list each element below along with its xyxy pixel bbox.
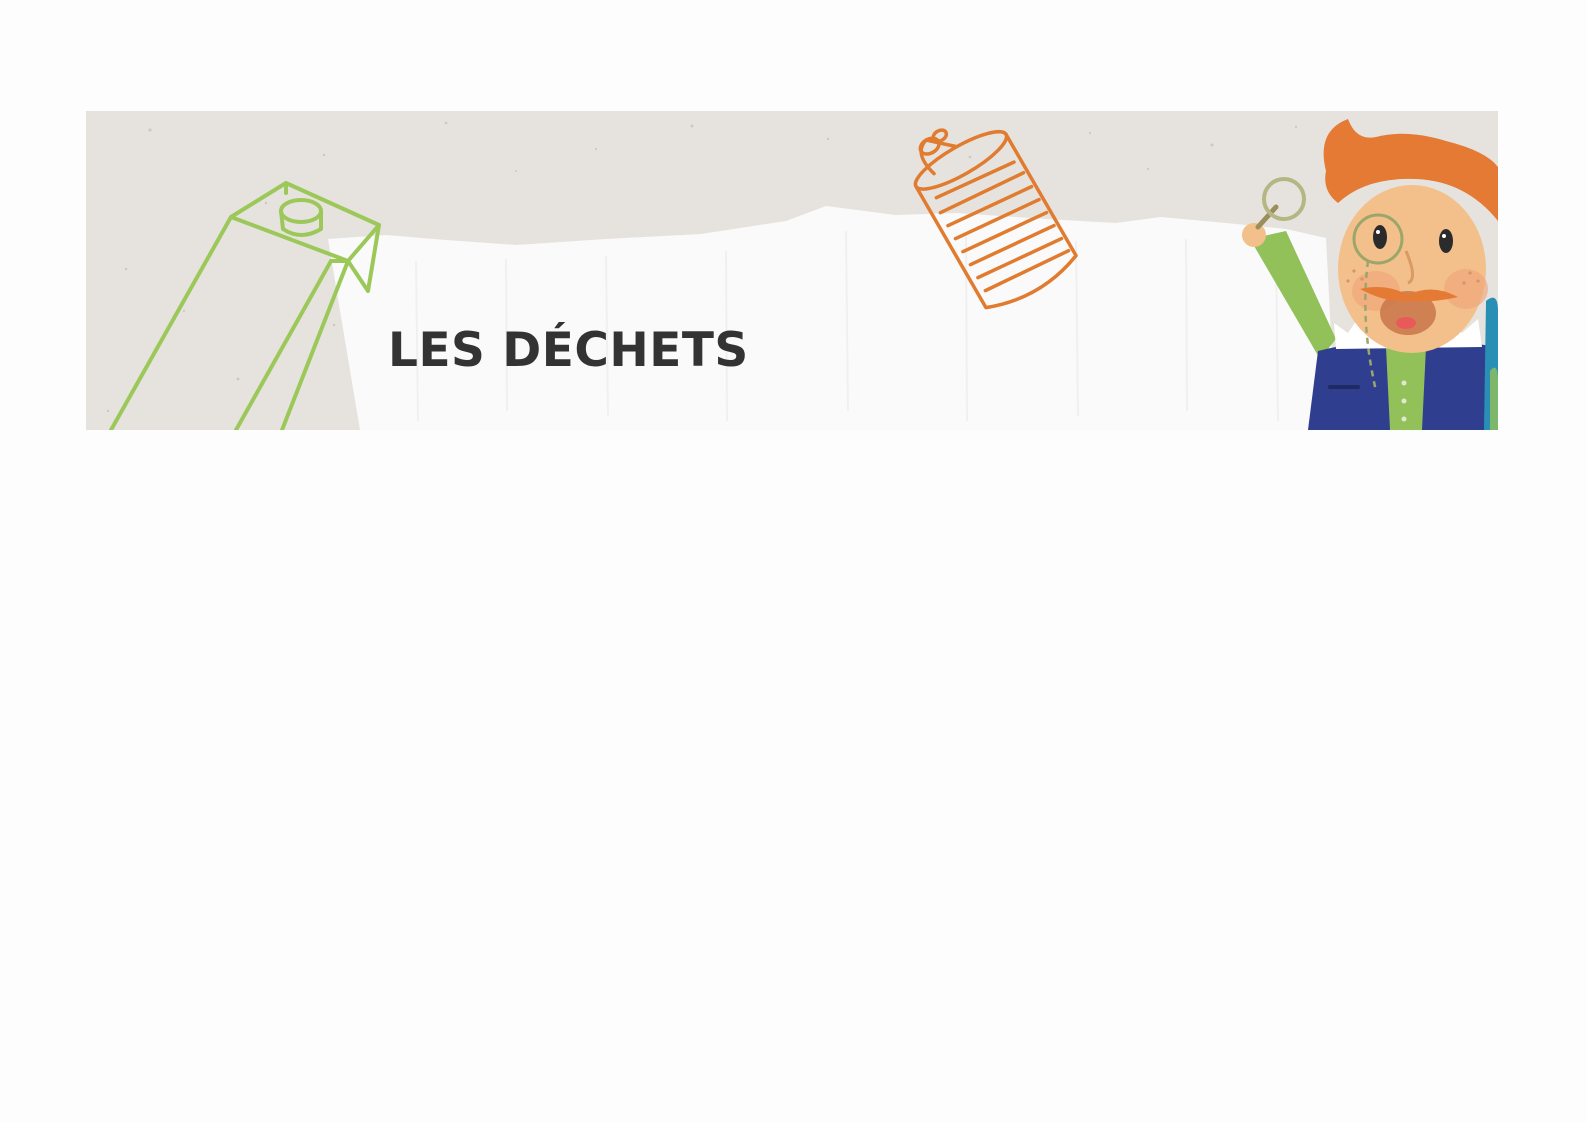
page-title: LES DÉCHETS bbox=[388, 323, 749, 378]
banner-artwork bbox=[106, 119, 1498, 430]
document-page: LES DÉCHETS bbox=[0, 0, 1587, 1122]
milk-carton-icon bbox=[109, 181, 381, 430]
torn-paper-sheet bbox=[328, 206, 1336, 430]
header-banner: LES DÉCHETS bbox=[86, 111, 1498, 430]
